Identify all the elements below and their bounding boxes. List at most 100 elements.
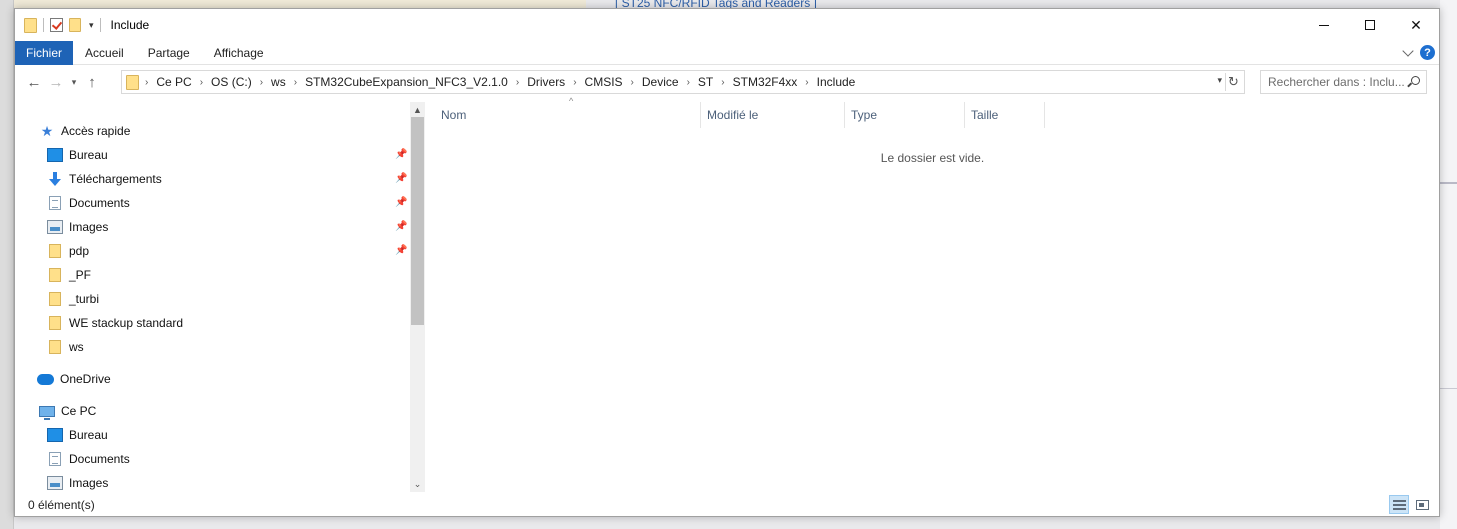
tab-partage[interactable]: Partage <box>136 41 202 65</box>
chevron-right-icon[interactable]: › <box>687 77 690 88</box>
sidebar-item-pdp[interactable]: pdp <box>47 240 89 262</box>
file-list[interactable]: ^ Nom Modifié le Type Taille Le dossier … <box>425 96 1440 492</box>
breadcrumb-ce-pc[interactable]: Ce PC <box>156 75 191 89</box>
breadcrumb-drivers[interactable]: Drivers <box>527 75 565 89</box>
sidebar-item-label: Bureau <box>69 428 108 442</box>
sidebar-item-label: Accès rapide <box>61 124 131 138</box>
breadcrumb-device[interactable]: Device <box>642 75 679 89</box>
navigation-scrollbar[interactable]: ▲ ⌄ <box>410 102 425 492</box>
sidebar-item-acces-rapide[interactable]: ★ Accès rapide <box>39 120 131 142</box>
search-icon[interactable] <box>1411 76 1420 85</box>
star-icon: ★ <box>40 123 54 139</box>
item-count: 0 élément(s) <box>28 497 95 512</box>
customize-toolbar-chevron-icon[interactable]: ▾ <box>89 20 94 31</box>
search-input[interactable]: Rechercher dans : Inclu... <box>1260 70 1427 94</box>
chevron-right-icon[interactable]: › <box>573 77 576 88</box>
breadcrumb-stm32f4xx[interactable]: STM32F4xx <box>733 75 798 89</box>
sidebar-item-ce-pc[interactable]: Ce PC <box>39 400 96 422</box>
pin-icon[interactable]: 📌 <box>395 245 407 256</box>
breadcrumb-st[interactable]: ST <box>698 75 713 89</box>
navigation-row: ← → ▾ ↑ › Ce PC › OS (C:) › ws › STM32Cu… <box>15 69 1439 95</box>
column-header-taille[interactable]: Taille <box>965 102 1045 128</box>
folder-icon <box>49 340 61 354</box>
sidebar-item-label: WE stackup standard <box>69 316 184 330</box>
scroll-up-icon[interactable]: ▲ <box>410 102 425 117</box>
window-controls: ✕ <box>1301 9 1439 41</box>
large-icons-view-button[interactable] <box>1412 495 1432 514</box>
new-folder-icon[interactable] <box>69 18 81 32</box>
folder-icon <box>49 316 61 330</box>
pin-icon[interactable]: 📌 <box>395 173 407 184</box>
sidebar-item-label: Documents <box>69 452 130 466</box>
quick-access-toolbar: ▾ <box>24 17 101 33</box>
navigation-pane: ★ Accès rapide Bureau 📌 Téléchargements … <box>15 102 425 492</box>
back-button[interactable]: ← <box>23 71 45 93</box>
address-bar[interactable]: › Ce PC › OS (C:) › ws › STM32CubeExpans… <box>121 70 1245 94</box>
column-header-type[interactable]: Type <box>845 102 965 128</box>
sidebar-item-bureau-pc[interactable]: Bureau <box>47 424 108 446</box>
up-button[interactable]: ↑ <box>81 71 103 93</box>
sidebar-item-bureau[interactable]: Bureau <box>47 144 108 166</box>
pin-icon[interactable]: 📌 <box>395 197 407 208</box>
chevron-right-icon[interactable]: › <box>260 77 263 88</box>
cloud-icon <box>37 373 54 385</box>
breadcrumb-include[interactable]: Include <box>817 75 856 89</box>
close-button[interactable]: ✕ <box>1393 9 1439 41</box>
chevron-right-icon[interactable]: › <box>721 77 724 88</box>
sidebar-item-documents-pc[interactable]: Documents <box>47 448 130 470</box>
address-history-chevron-icon[interactable]: ▾ <box>1217 75 1222 86</box>
sidebar-item-label: ws <box>69 340 84 354</box>
minimize-button[interactable] <box>1301 9 1347 41</box>
background-page-right <box>1440 0 1457 529</box>
images-icon <box>47 220 63 234</box>
sidebar-item-label: OneDrive <box>60 372 111 386</box>
column-header-nom[interactable]: Nom <box>435 102 701 128</box>
sidebar-item-label: Images <box>69 476 109 490</box>
sidebar-item-documents[interactable]: Documents <box>47 192 130 214</box>
scroll-down-icon[interactable]: ⌄ <box>410 477 425 492</box>
chevron-right-icon[interactable]: › <box>200 77 203 88</box>
maximize-button[interactable] <box>1347 9 1393 41</box>
search-placeholder: Rechercher dans : Inclu... <box>1268 75 1405 89</box>
empty-folder-message: Le dossier est vide. <box>880 151 985 165</box>
document-icon <box>49 196 61 210</box>
expand-ribbon-chevron-icon[interactable] <box>1402 44 1414 57</box>
sidebar-item-label: Documents <box>69 196 130 210</box>
sidebar-item-we-stackup-standard[interactable]: WE stackup standard <box>47 312 183 334</box>
breadcrumb-stm32cubeexpansion[interactable]: STM32CubeExpansion_NFC3_V2.1.0 <box>305 75 508 89</box>
details-view-icon <box>1392 499 1406 510</box>
window-title: Include <box>110 18 150 32</box>
chevron-right-icon[interactable]: › <box>631 77 634 88</box>
breadcrumb-ws[interactable]: ws <box>271 75 286 89</box>
sidebar-item-images-pc[interactable]: Images <box>47 472 108 494</box>
pin-icon[interactable]: 📌 <box>395 149 407 160</box>
sidebar-item-pf[interactable]: _PF <box>47 264 91 286</box>
separator <box>43 18 44 32</box>
breadcrumb-os-c[interactable]: OS (C:) <box>211 75 252 89</box>
sidebar-item-label: _turbi <box>69 292 100 306</box>
sidebar-item-ws[interactable]: ws <box>47 336 84 358</box>
breadcrumb-cmsis[interactable]: CMSIS <box>585 75 623 89</box>
forward-button[interactable]: → <box>45 71 67 93</box>
help-icon[interactable]: ? <box>1420 45 1435 60</box>
properties-icon[interactable] <box>50 18 63 32</box>
pin-icon[interactable]: 📌 <box>395 221 407 232</box>
scrollbar-thumb[interactable] <box>411 117 424 325</box>
sidebar-item-turbi[interactable]: _turbi <box>47 288 99 310</box>
details-view-button[interactable] <box>1389 495 1409 514</box>
column-spacer <box>425 102 435 128</box>
sidebar-item-images[interactable]: Images <box>47 216 108 238</box>
refresh-icon[interactable]: ↻ <box>1225 73 1241 91</box>
chevron-right-icon[interactable]: › <box>294 77 297 88</box>
chevron-right-icon[interactable]: › <box>516 77 519 88</box>
tab-affichage[interactable]: Affichage <box>202 41 276 65</box>
minimize-icon <box>1319 24 1329 26</box>
recent-locations-chevron-icon[interactable]: ▾ <box>67 77 81 88</box>
chevron-right-icon[interactable]: › <box>805 77 808 88</box>
tab-fichier[interactable]: Fichier <box>15 40 74 65</box>
tab-accueil[interactable]: Accueil <box>73 41 136 65</box>
sidebar-item-telechargements[interactable]: Téléchargements <box>47 168 162 190</box>
view-switcher <box>1389 495 1432 514</box>
column-header-modifie-le[interactable]: Modifié le <box>701 102 845 128</box>
sidebar-item-onedrive[interactable]: OneDrive <box>37 368 111 390</box>
